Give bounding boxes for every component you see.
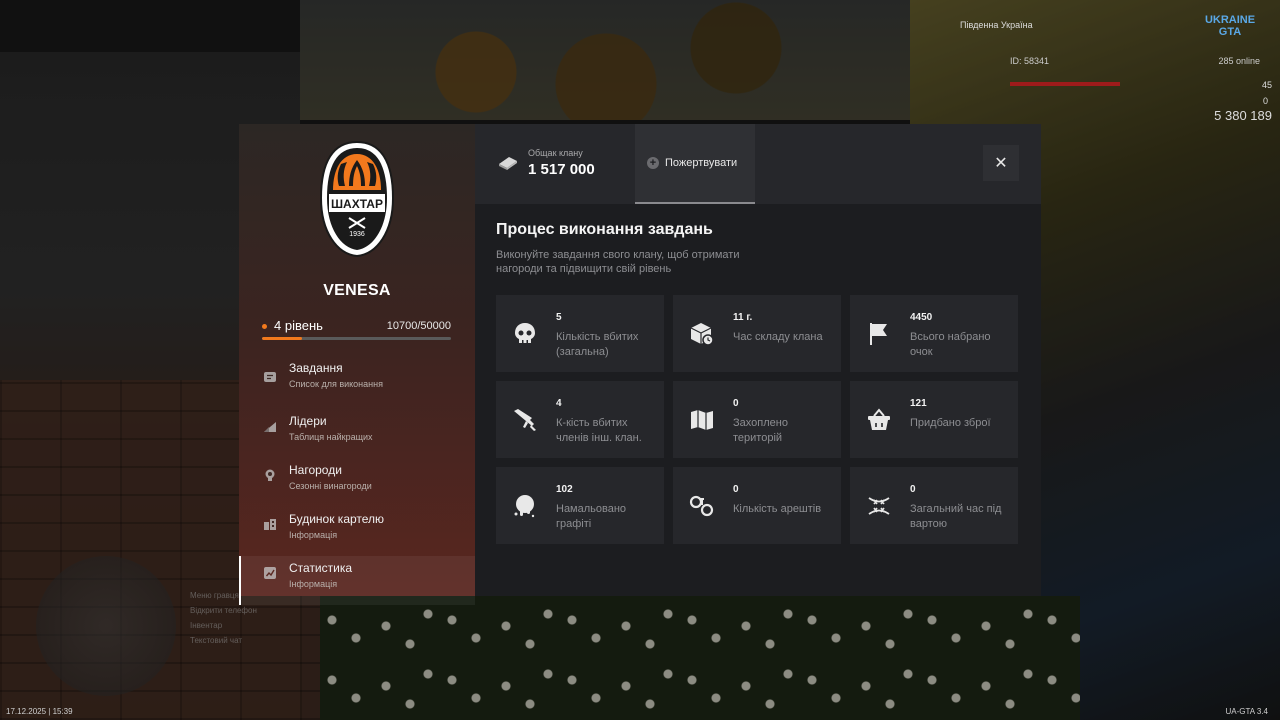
box-clock-icon: [690, 323, 714, 346]
nav-subtitle: Список для виконання: [289, 379, 383, 389]
stat-label: Час складу клана: [733, 331, 823, 343]
stat-card-territories: 0 Захоплено територій: [673, 381, 841, 458]
stat-label: Кількість вбитих (загальна): [556, 331, 639, 358]
clan-fund: Общак клану 1 517 000: [497, 148, 595, 178]
flag-icon: [870, 323, 887, 345]
section-description: Виконуйте завдання свого клану, щоб отри…: [496, 249, 740, 275]
close-icon: ✕: [994, 155, 1008, 172]
crest-text: ШАХТАР: [331, 197, 383, 211]
close-button[interactable]: ✕: [983, 145, 1019, 181]
clan-main-panel: Общак клану 1 517 000 + Пожертвувати ✕ П…: [475, 124, 1041, 596]
minimap: [36, 556, 176, 696]
plus-icon: +: [647, 157, 659, 169]
donate-button[interactable]: + Пожертвувати: [635, 124, 755, 204]
clan-modal: ШАХТАР 1936 VENESA 4 рівень 10700/50000 …: [239, 124, 1041, 605]
nav-subtitle: Інформація: [289, 579, 338, 589]
stat-label: Загальний час під вартою: [910, 503, 1002, 530]
clan-level-row: 4 рівень 10700/50000: [262, 318, 451, 333]
nav-title: Завдання: [289, 361, 343, 375]
donate-label: Пожертвувати: [665, 157, 738, 169]
stat-value: 0: [910, 484, 916, 495]
stat-value: 4: [556, 398, 562, 409]
spray-icon: [514, 495, 535, 518]
armor-value: 0: [1262, 96, 1268, 106]
clan-name: VENESA: [323, 282, 391, 299]
nav-subtitle: Сезонні винагороди: [289, 481, 372, 491]
stat-label: Захоплено територій: [733, 417, 788, 444]
stat-card-custody-time: 0 Загальний час під вартою: [850, 467, 1018, 544]
level-label: 4 рівень: [274, 318, 323, 333]
hint-phone: Відкрити телефон: [190, 606, 257, 615]
player-id: ID: 58341: [1010, 56, 1050, 66]
nav-title: Будинок картелю: [289, 512, 385, 526]
hud-version: UA-GTA 3.4: [1225, 707, 1268, 716]
hint-inventory: Інвентар: [190, 621, 223, 630]
crest-year: 1936: [349, 231, 365, 238]
hud-datetime: 17.12.2025 | 15:39: [6, 707, 73, 716]
nav-item-cartel-house[interactable]: Будинок картелю Інформація: [239, 507, 475, 556]
hint-chat: Текстовий чат: [190, 636, 243, 645]
nav-item-leaders[interactable]: Лідери Таблиця найкращих: [239, 409, 475, 458]
level-xp: 10700/50000: [386, 319, 451, 332]
nav-subtitle: Інформація: [289, 530, 338, 540]
hud-top-right: Південна Україна UKRAINE GTA ID: 58341 2…: [960, 14, 1272, 124]
stat-label: Намальовано графіті: [556, 503, 627, 530]
stat-card-weapons: 121 Придбано зброї: [850, 381, 1018, 458]
online-count: 285 online: [1218, 56, 1260, 66]
hud-region: Південна Україна: [960, 20, 1033, 30]
stat-value: 0: [733, 484, 739, 495]
cash-icon: [499, 157, 517, 170]
nav-title: Лідери: [289, 414, 327, 428]
stats-icon: [264, 567, 276, 579]
stat-label: Придбано зброї: [910, 417, 991, 429]
trophy-icon: [265, 469, 275, 481]
fund-label: Общак клану: [528, 148, 583, 158]
money-value: 5 380 189: [1214, 108, 1272, 123]
nav-item-tasks[interactable]: Завдання Список для виконання: [239, 360, 475, 409]
rifle-icon: [514, 409, 536, 431]
nav-title: Статистика: [289, 561, 353, 575]
handcuffs-icon: [689, 495, 714, 517]
health-bar: [1010, 82, 1120, 86]
section-title: Процес виконання завдань: [496, 221, 713, 238]
stat-label: Кількість арештів: [733, 503, 822, 515]
list-icon: [264, 372, 276, 382]
clan-level: 4 рівень: [262, 318, 323, 333]
clan-nav: Завдання Список для виконання Лідери Табли…: [239, 360, 475, 605]
building-icon: [264, 519, 276, 530]
server-logo: UKRAINE GTA: [1204, 14, 1256, 38]
stat-card-storage-time: 11 г. Час складу клана: [673, 295, 841, 372]
clan-topbar: Общак клану 1 517 000 + Пожертвувати ✕: [475, 124, 1041, 204]
stat-value: 5: [556, 312, 562, 323]
stat-value: 0: [733, 398, 739, 409]
stat-value: 4450: [910, 312, 933, 323]
chart-icon: [264, 422, 276, 432]
clan-crest-logo: ШАХТАР 1936: [319, 140, 395, 258]
stat-card-clan-kills: 4 К-кість вбитих членів інш. клан.: [496, 381, 664, 458]
stat-label: Всього набрано очок: [910, 331, 991, 358]
stat-card-graffiti: 102 Намальовано графіті: [496, 467, 664, 544]
stat-value: 121: [910, 398, 927, 409]
nav-item-rewards[interactable]: Нагороди Сезонні винагороди: [239, 458, 475, 507]
stat-value: 102: [556, 484, 573, 495]
stat-card-kills: 5 Кількість вбитих (загальна): [496, 295, 664, 372]
map-icon: [691, 410, 713, 430]
level-progress-bar: [262, 337, 451, 340]
basket-icon: [868, 408, 890, 430]
nav-title: Нагороди: [289, 463, 342, 477]
stats-grid: 5 Кількість вбитих (загальна) 11 г. Час …: [496, 295, 1018, 544]
stat-card-arrests: 0 Кількість арештів: [673, 467, 841, 544]
nav-subtitle: Таблиця найкращих: [289, 432, 373, 442]
level-dot-icon: [262, 324, 267, 330]
nav-item-statistics[interactable]: Статистика Інформація: [239, 556, 475, 605]
stat-label: К-кість вбитих членів інш. клан.: [556, 417, 642, 444]
clan-sidebar: ШАХТАР 1936 VENESA 4 рівень 10700/50000 …: [239, 124, 475, 605]
stat-card-points: 4450 Всього набрано очок: [850, 295, 1018, 372]
barbed-wire-icon: [868, 497, 890, 515]
stat-value: 11 г.: [733, 312, 753, 323]
health-value: 45: [1261, 80, 1272, 90]
skull-icon: [515, 323, 535, 343]
fund-value: 1 517 000: [528, 161, 595, 178]
level-progress-fill: [262, 337, 303, 340]
